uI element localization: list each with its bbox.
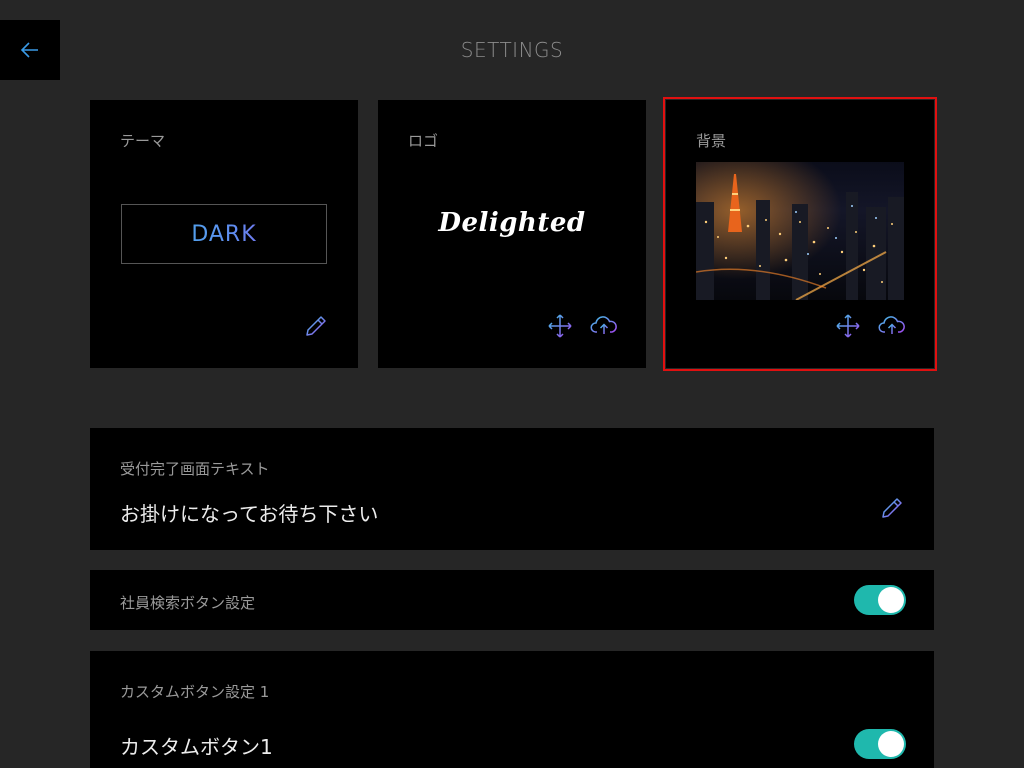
logo-image: Delighted xyxy=(438,208,586,238)
completion-text-row: 受付完了画面テキスト お掛けになってお待ち下さい xyxy=(90,428,934,550)
page-title: SETTINGS xyxy=(460,38,564,62)
pencil-icon xyxy=(882,498,902,518)
background-card-label: 背景 xyxy=(696,132,727,150)
employee-search-toggle[interactable] xyxy=(854,585,906,615)
logo-card: ロゴ Delighted xyxy=(378,100,646,368)
logo-card-label: ロゴ xyxy=(408,132,439,150)
background-card[interactable]: 背景 xyxy=(663,97,937,371)
logo-upload-button[interactable] xyxy=(590,312,618,340)
employee-search-label: 社員検索ボタン設定 xyxy=(120,594,256,612)
custom-button-1-row: カスタムボタン設定 1 カスタムボタン1 xyxy=(90,651,934,768)
background-upload-button[interactable] xyxy=(878,312,906,340)
custom-button-1-value: カスタムボタン1 xyxy=(120,735,273,759)
theme-selector[interactable]: DARK xyxy=(121,204,327,264)
toggle-knob xyxy=(878,587,904,613)
move-arrows-icon xyxy=(836,314,860,338)
night-city-tower-image xyxy=(696,162,904,300)
completion-text-edit-button[interactable] xyxy=(878,494,906,522)
logo-move-button[interactable] xyxy=(546,312,574,340)
move-arrows-icon xyxy=(548,314,572,338)
employee-search-row: 社員検索ボタン設定 xyxy=(90,570,934,630)
background-move-button[interactable] xyxy=(834,312,862,340)
theme-edit-button[interactable] xyxy=(302,312,330,340)
theme-card: テーマ DARK xyxy=(90,100,358,368)
custom-button-1-toggle[interactable] xyxy=(854,729,906,759)
completion-text-label: 受付完了画面テキスト xyxy=(120,460,270,478)
toggle-knob xyxy=(878,731,904,757)
cloud-upload-icon xyxy=(878,316,905,334)
cloud-upload-icon xyxy=(590,316,617,334)
theme-card-label: テーマ xyxy=(120,132,166,150)
pencil-icon xyxy=(306,316,326,336)
completion-text-value: お掛けになってお待ち下さい xyxy=(120,502,379,526)
custom-button-1-label: カスタムボタン設定 1 xyxy=(120,683,270,701)
